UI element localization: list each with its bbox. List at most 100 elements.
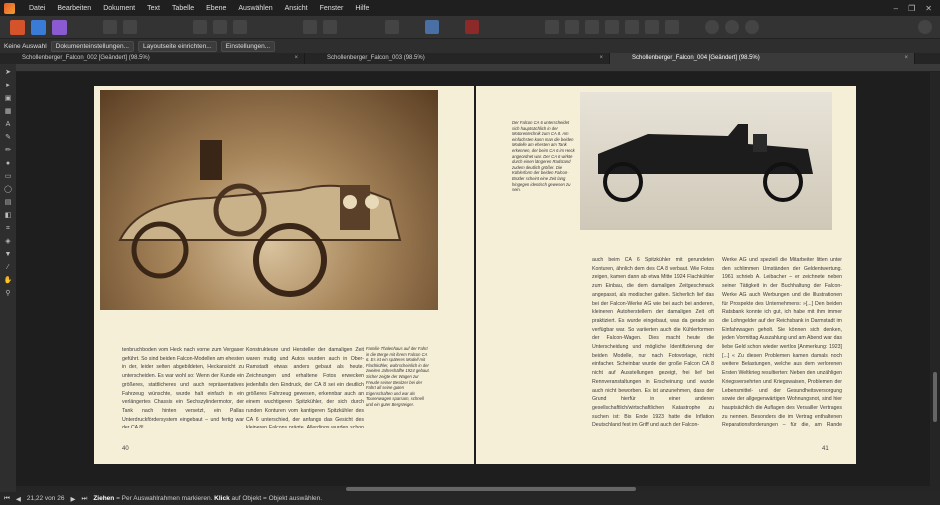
text-column-1[interactable]: auch beim CA 6 Spitzkühler mit gerundete… — [592, 256, 714, 430]
prev-page-icon[interactable]: ◀ — [16, 495, 21, 503]
publisher-persona-icon[interactable] — [10, 19, 25, 35]
align-icon[interactable] — [213, 20, 227, 34]
account-icon[interactable] — [918, 20, 932, 34]
pen-tool-icon[interactable]: ✎ — [3, 133, 13, 142]
scroll-thumb[interactable] — [346, 487, 636, 491]
tab-close-icon[interactable]: × — [904, 53, 908, 64]
arrange-back-icon[interactable] — [303, 20, 317, 34]
studio-icon[interactable] — [745, 20, 759, 34]
page-left[interactable]: Familie Thalenhaus auf der Fahrt in die … — [94, 86, 474, 464]
scroll-thumb[interactable] — [933, 372, 937, 422]
tab-label: Schollenberger_Falcon_004 [Geändert] (98… — [632, 55, 760, 61]
flip-horizontal-icon[interactable] — [645, 20, 659, 34]
text-wrap-icon[interactable] — [425, 20, 439, 34]
hand-tool-icon[interactable]: ✋ — [3, 276, 13, 285]
frame-icon[interactable] — [193, 20, 207, 34]
menu-text[interactable]: Text — [141, 5, 166, 12]
text-column-1[interactable]: tenbruchboden vom Heck nach vorne zum Ve… — [122, 346, 244, 428]
text-column-2[interactable]: Werke AG und speziell die Mitarbeiter li… — [722, 256, 842, 430]
menu-datei[interactable]: Datei — [23, 5, 51, 12]
snapping-icon[interactable] — [465, 20, 479, 34]
menu-bar: Datei Bearbeiten Dokument Text Tabelle E… — [0, 0, 940, 16]
menu-hilfe[interactable]: Hilfe — [349, 5, 375, 12]
designer-persona-icon[interactable] — [52, 19, 67, 35]
gradient-tool-icon[interactable]: ◧ — [3, 211, 13, 220]
tab-label: Schollenberger_Falcon_002 [Geändert] (98… — [22, 55, 150, 61]
photo-caption: Familie Thalenhaus auf der Fahrt in die … — [366, 346, 430, 407]
touring-car-illustration — [118, 140, 402, 297]
document-tabs: Schollenberger_Falcon_002 [Geändert] (98… — [0, 53, 940, 64]
first-page-icon[interactable]: ⏮ — [4, 495, 10, 503]
assets-icon[interactable] — [123, 20, 137, 34]
context-toolbar: Keine Auswahl Dokumenteinstellungen... L… — [0, 39, 940, 53]
zoom-tool-icon[interactable]: ⚲ — [3, 289, 13, 298]
menu-fenster[interactable]: Fenster — [314, 5, 350, 12]
minimize-icon[interactable]: – — [894, 4, 898, 13]
touring-car-side-illustration — [598, 124, 813, 202]
text-column-2[interactable]: Konstrukteure und Hersteller der damalig… — [246, 346, 364, 428]
page-number: 40 — [122, 446, 129, 452]
arrange-front-icon[interactable] — [323, 20, 337, 34]
flip-vertical-icon[interactable] — [665, 20, 679, 34]
boolean-add-icon[interactable] — [545, 20, 559, 34]
photo-persona-icon[interactable] — [31, 19, 46, 35]
transform-icon[interactable] — [233, 20, 247, 34]
document-canvas[interactable]: Familie Thalenhaus auf der Fahrt in die … — [16, 72, 930, 492]
boolean-intersect-icon[interactable] — [585, 20, 599, 34]
menu-auswaehlen[interactable]: Auswählen — [232, 5, 278, 12]
crop-tool-icon[interactable]: ⌗ — [3, 224, 13, 233]
pencil-tool-icon[interactable]: ✏ — [3, 146, 13, 155]
menu-tabelle[interactable]: Tabelle — [166, 5, 200, 12]
boolean-xor-icon[interactable] — [605, 20, 619, 34]
horizontal-ruler — [16, 64, 940, 72]
tab-close-icon[interactable]: × — [599, 53, 603, 64]
app-logo-icon — [4, 2, 15, 14]
share-icon[interactable] — [725, 20, 739, 34]
eyedropper-icon[interactable]: ⁄ — [3, 263, 13, 272]
shape-tool-icon[interactable]: ● — [3, 159, 13, 168]
main-toolbar — [0, 16, 940, 39]
place-image-icon[interactable] — [103, 20, 117, 34]
tab-falcon-004[interactable]: Schollenberger_Falcon_004 [Geändert] (98… — [610, 53, 915, 64]
drag-label: Ziehen — [93, 495, 115, 502]
preview-mode-icon[interactable] — [385, 20, 399, 34]
preferences-button[interactable]: Einstellungen... — [220, 40, 276, 52]
menu-ebene[interactable]: Ebene — [200, 5, 232, 12]
menu-ansicht[interactable]: Ansicht — [279, 5, 314, 12]
status-bar: ⏮ ◀ 21,22 von 26 ▶ ⏭ Ziehen = Per Auswah… — [0, 492, 940, 505]
falcon-ca6-photo[interactable] — [580, 92, 832, 230]
next-page-icon[interactable]: ▶ — [70, 495, 75, 503]
tab-close-icon[interactable]: × — [294, 53, 298, 64]
document-settings-button[interactable]: Dokumenteinstellungen... — [50, 40, 134, 52]
rectangle-frame-tool-icon[interactable]: ▭ — [3, 172, 13, 181]
click-text: auf Objekt = Objekt auswählen. — [231, 495, 323, 502]
node-tool-icon[interactable]: ▸ — [3, 81, 13, 90]
page-number: 41 — [822, 446, 829, 452]
artistic-text-tool-icon[interactable]: A — [3, 120, 13, 129]
drag-text: = Per Auswahlrahmen markieren. — [116, 495, 213, 502]
vintage-car-photo[interactable] — [100, 90, 438, 310]
boolean-subtract-icon[interactable] — [565, 20, 579, 34]
close-icon[interactable]: ✕ — [925, 4, 932, 13]
boolean-divide-icon[interactable] — [625, 20, 639, 34]
menu-dokument[interactable]: Dokument — [97, 5, 141, 12]
move-tool-icon[interactable]: ➤ — [3, 68, 13, 77]
window-controls: – ❐ ✕ — [894, 4, 940, 13]
frame-text-tool-icon[interactable]: ▣ — [3, 94, 13, 103]
last-page-icon[interactable]: ⏭ — [81, 495, 87, 503]
master-page-setup-button[interactable]: Layoutseite einrichten... — [138, 40, 217, 52]
fill-tool-icon[interactable]: ▼ — [3, 250, 13, 259]
tab-falcon-003[interactable]: Schollenberger_Falcon_003 (98.5%) × — [305, 53, 610, 64]
color-picker-icon[interactable]: ◈ — [3, 237, 13, 246]
menu-bearbeiten[interactable]: Bearbeiten — [51, 5, 97, 12]
page-indicator[interactable]: 21,22 von 26 — [27, 495, 65, 502]
picture-frame-tool-icon[interactable]: ▤ — [3, 198, 13, 207]
tab-falcon-002[interactable]: Schollenberger_Falcon_002 [Geändert] (98… — [0, 53, 305, 64]
chat-icon[interactable] — [705, 20, 719, 34]
ellipse-frame-tool-icon[interactable]: ◯ — [3, 185, 13, 194]
vertical-scrollbar[interactable] — [930, 72, 940, 492]
table-tool-icon[interactable]: ▦ — [3, 107, 13, 116]
status-hint: Ziehen = Per Auswahlrahmen markieren. Kl… — [93, 495, 322, 502]
page-right[interactable]: Der Falcon CA 6 unterscheidet sich haupt… — [476, 86, 856, 464]
restore-icon[interactable]: ❐ — [908, 4, 915, 13]
